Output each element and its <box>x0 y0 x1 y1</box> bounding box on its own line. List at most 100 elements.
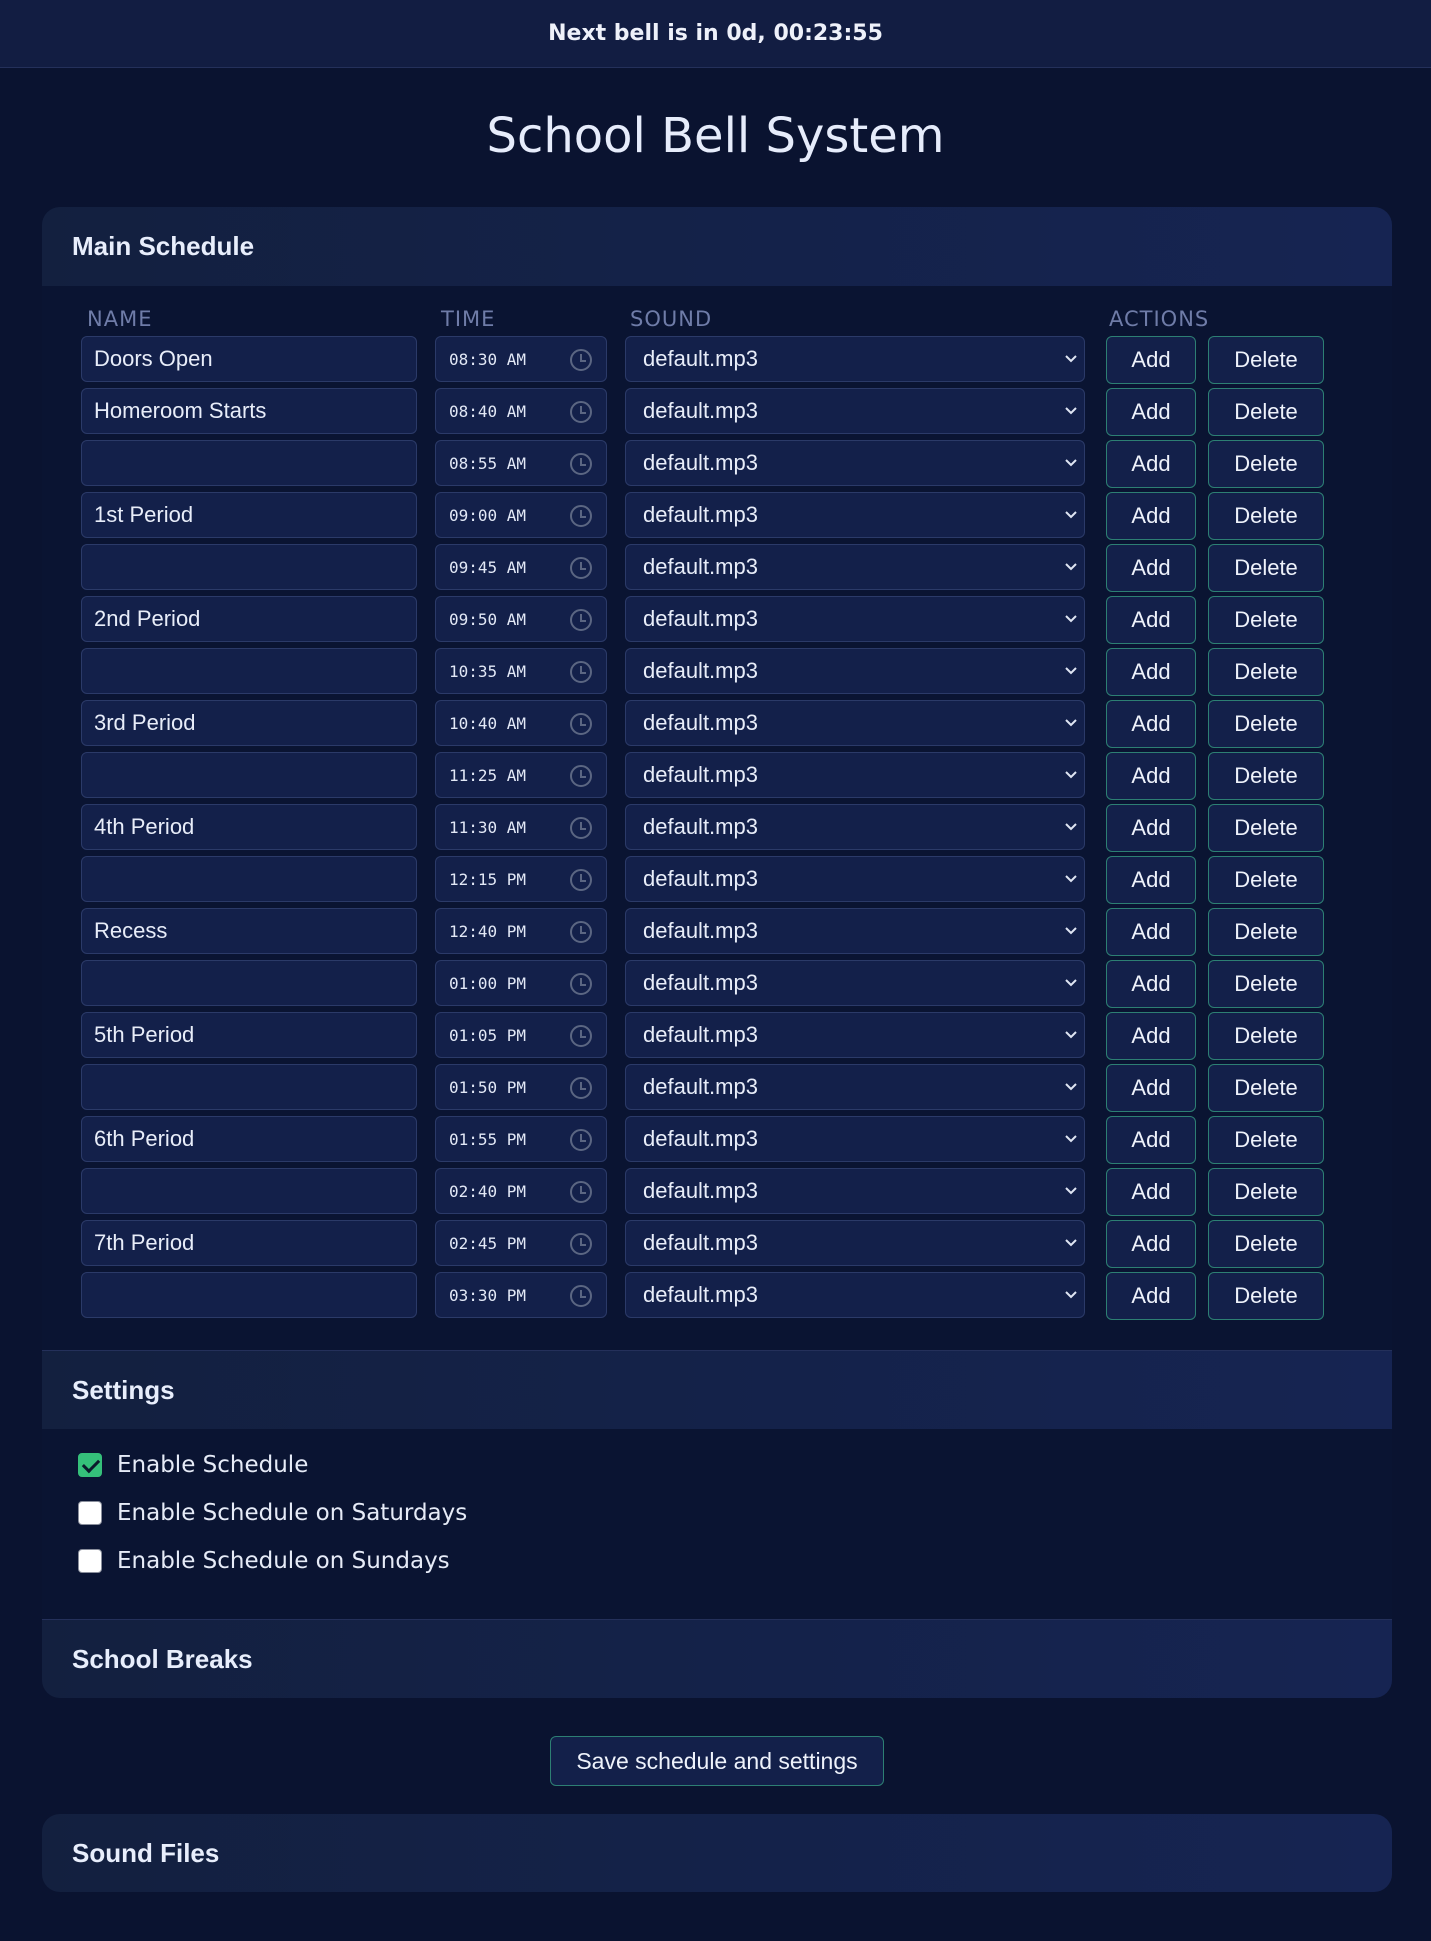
clock-icon[interactable] <box>570 973 592 995</box>
clock-icon[interactable] <box>570 505 592 527</box>
bell-sound-select[interactable]: default.mp3 <box>625 1168 1085 1214</box>
add-row-button[interactable]: Add <box>1106 804 1196 852</box>
bell-time-input[interactable]: 12:15 PM <box>435 856 607 902</box>
bell-time-input[interactable]: 01:55 PM <box>435 1116 607 1162</box>
add-row-button[interactable]: Add <box>1106 1168 1196 1216</box>
bell-name-input[interactable]: 2nd Period <box>81 596 417 642</box>
delete-row-button[interactable]: Delete <box>1208 960 1324 1008</box>
save-schedule-button[interactable]: Save schedule and settings <box>550 1736 884 1786</box>
clock-icon[interactable] <box>570 661 592 683</box>
bell-sound-select[interactable]: default.mp3 <box>625 1012 1085 1058</box>
delete-row-button[interactable]: Delete <box>1208 752 1324 800</box>
delete-row-button[interactable]: Delete <box>1208 336 1324 384</box>
add-row-button[interactable]: Add <box>1106 388 1196 436</box>
delete-row-button[interactable]: Delete <box>1208 1168 1324 1216</box>
bell-time-input[interactable]: 02:40 PM <box>435 1168 607 1214</box>
delete-row-button[interactable]: Delete <box>1208 700 1324 748</box>
delete-row-button[interactable]: Delete <box>1208 908 1324 956</box>
bell-sound-select[interactable]: default.mp3 <box>625 440 1085 486</box>
bell-name-input[interactable] <box>81 1064 417 1110</box>
bell-sound-select[interactable]: default.mp3 <box>625 1116 1085 1162</box>
add-row-button[interactable]: Add <box>1106 648 1196 696</box>
bell-time-input[interactable]: 10:35 AM <box>435 648 607 694</box>
bell-time-input[interactable]: 12:40 PM <box>435 908 607 954</box>
clock-icon[interactable] <box>570 453 592 475</box>
bell-time-input[interactable]: 10:40 AM <box>435 700 607 746</box>
delete-row-button[interactable]: Delete <box>1208 1012 1324 1060</box>
bell-time-input[interactable]: 11:25 AM <box>435 752 607 798</box>
bell-time-input[interactable]: 01:05 PM <box>435 1012 607 1058</box>
delete-row-button[interactable]: Delete <box>1208 1272 1324 1320</box>
bell-time-input[interactable]: 03:30 PM <box>435 1272 607 1318</box>
bell-time-input[interactable]: 01:00 PM <box>435 960 607 1006</box>
bell-name-input[interactable] <box>81 544 417 590</box>
bell-time-input[interactable]: 02:45 PM <box>435 1220 607 1266</box>
bell-sound-select[interactable]: default.mp3 <box>625 752 1085 798</box>
bell-name-input[interactable]: 6th Period <box>81 1116 417 1162</box>
bell-name-input[interactable] <box>81 960 417 1006</box>
bell-time-input[interactable]: 09:50 AM <box>435 596 607 642</box>
add-row-button[interactable]: Add <box>1106 752 1196 800</box>
add-row-button[interactable]: Add <box>1106 492 1196 540</box>
bell-time-input[interactable]: 09:00 AM <box>435 492 607 538</box>
bell-time-input[interactable]: 09:45 AM <box>435 544 607 590</box>
bell-name-input[interactable]: 3rd Period <box>81 700 417 746</box>
clock-icon[interactable] <box>570 869 592 891</box>
bell-sound-select[interactable]: default.mp3 <box>625 856 1085 902</box>
bell-time-input[interactable]: 11:30 AM <box>435 804 607 850</box>
bell-name-input[interactable]: 4th Period <box>81 804 417 850</box>
delete-row-button[interactable]: Delete <box>1208 1220 1324 1268</box>
clock-icon[interactable] <box>570 1077 592 1099</box>
add-row-button[interactable]: Add <box>1106 856 1196 904</box>
bell-name-input[interactable]: Doors Open <box>81 336 417 382</box>
bell-name-input[interactable]: 1st Period <box>81 492 417 538</box>
bell-time-input[interactable]: 08:30 AM <box>435 336 607 382</box>
clock-icon[interactable] <box>570 1025 592 1047</box>
bell-sound-select[interactable]: default.mp3 <box>625 492 1085 538</box>
clock-icon[interactable] <box>570 921 592 943</box>
enable-schedule-option[interactable]: Enable Schedule <box>78 1450 308 1480</box>
add-row-button[interactable]: Add <box>1106 960 1196 1008</box>
clock-icon[interactable] <box>570 765 592 787</box>
bell-sound-select[interactable]: default.mp3 <box>625 596 1085 642</box>
delete-row-button[interactable]: Delete <box>1208 1116 1324 1164</box>
clock-icon[interactable] <box>570 1233 592 1255</box>
bell-name-input[interactable] <box>81 1272 417 1318</box>
bell-name-input[interactable] <box>81 1168 417 1214</box>
school-breaks-heading[interactable]: School Breaks <box>42 1619 1392 1698</box>
clock-icon[interactable] <box>570 557 592 579</box>
clock-icon[interactable] <box>570 817 592 839</box>
bell-name-input[interactable]: 7th Period <box>81 1220 417 1266</box>
clock-icon[interactable] <box>570 713 592 735</box>
bell-sound-select[interactable]: default.mp3 <box>625 804 1085 850</box>
bell-name-input[interactable] <box>81 440 417 486</box>
bell-time-input[interactable]: 08:40 AM <box>435 388 607 434</box>
add-row-button[interactable]: Add <box>1106 1116 1196 1164</box>
settings-heading[interactable]: Settings <box>42 1350 1392 1429</box>
delete-row-button[interactable]: Delete <box>1208 440 1324 488</box>
bell-name-input[interactable] <box>81 856 417 902</box>
bell-sound-select[interactable]: default.mp3 <box>625 388 1085 434</box>
bell-time-input[interactable]: 08:55 AM <box>435 440 607 486</box>
add-row-button[interactable]: Add <box>1106 336 1196 384</box>
add-row-button[interactable]: Add <box>1106 908 1196 956</box>
enable-sundays-checkbox[interactable] <box>78 1549 102 1573</box>
clock-icon[interactable] <box>570 349 592 371</box>
bell-sound-select[interactable]: default.mp3 <box>625 648 1085 694</box>
clock-icon[interactable] <box>570 609 592 631</box>
delete-row-button[interactable]: Delete <box>1208 648 1324 696</box>
bell-sound-select[interactable]: default.mp3 <box>625 1064 1085 1110</box>
add-row-button[interactable]: Add <box>1106 544 1196 592</box>
add-row-button[interactable]: Add <box>1106 440 1196 488</box>
bell-sound-select[interactable]: default.mp3 <box>625 1272 1085 1318</box>
clock-icon[interactable] <box>570 1181 592 1203</box>
bell-time-input[interactable]: 01:50 PM <box>435 1064 607 1110</box>
bell-name-input[interactable]: 5th Period <box>81 1012 417 1058</box>
enable-schedule-checkbox[interactable] <box>78 1453 102 1477</box>
add-row-button[interactable]: Add <box>1106 1272 1196 1320</box>
add-row-button[interactable]: Add <box>1106 1220 1196 1268</box>
bell-sound-select[interactable]: default.mp3 <box>625 908 1085 954</box>
add-row-button[interactable]: Add <box>1106 596 1196 644</box>
bell-sound-select[interactable]: default.mp3 <box>625 960 1085 1006</box>
clock-icon[interactable] <box>570 401 592 423</box>
